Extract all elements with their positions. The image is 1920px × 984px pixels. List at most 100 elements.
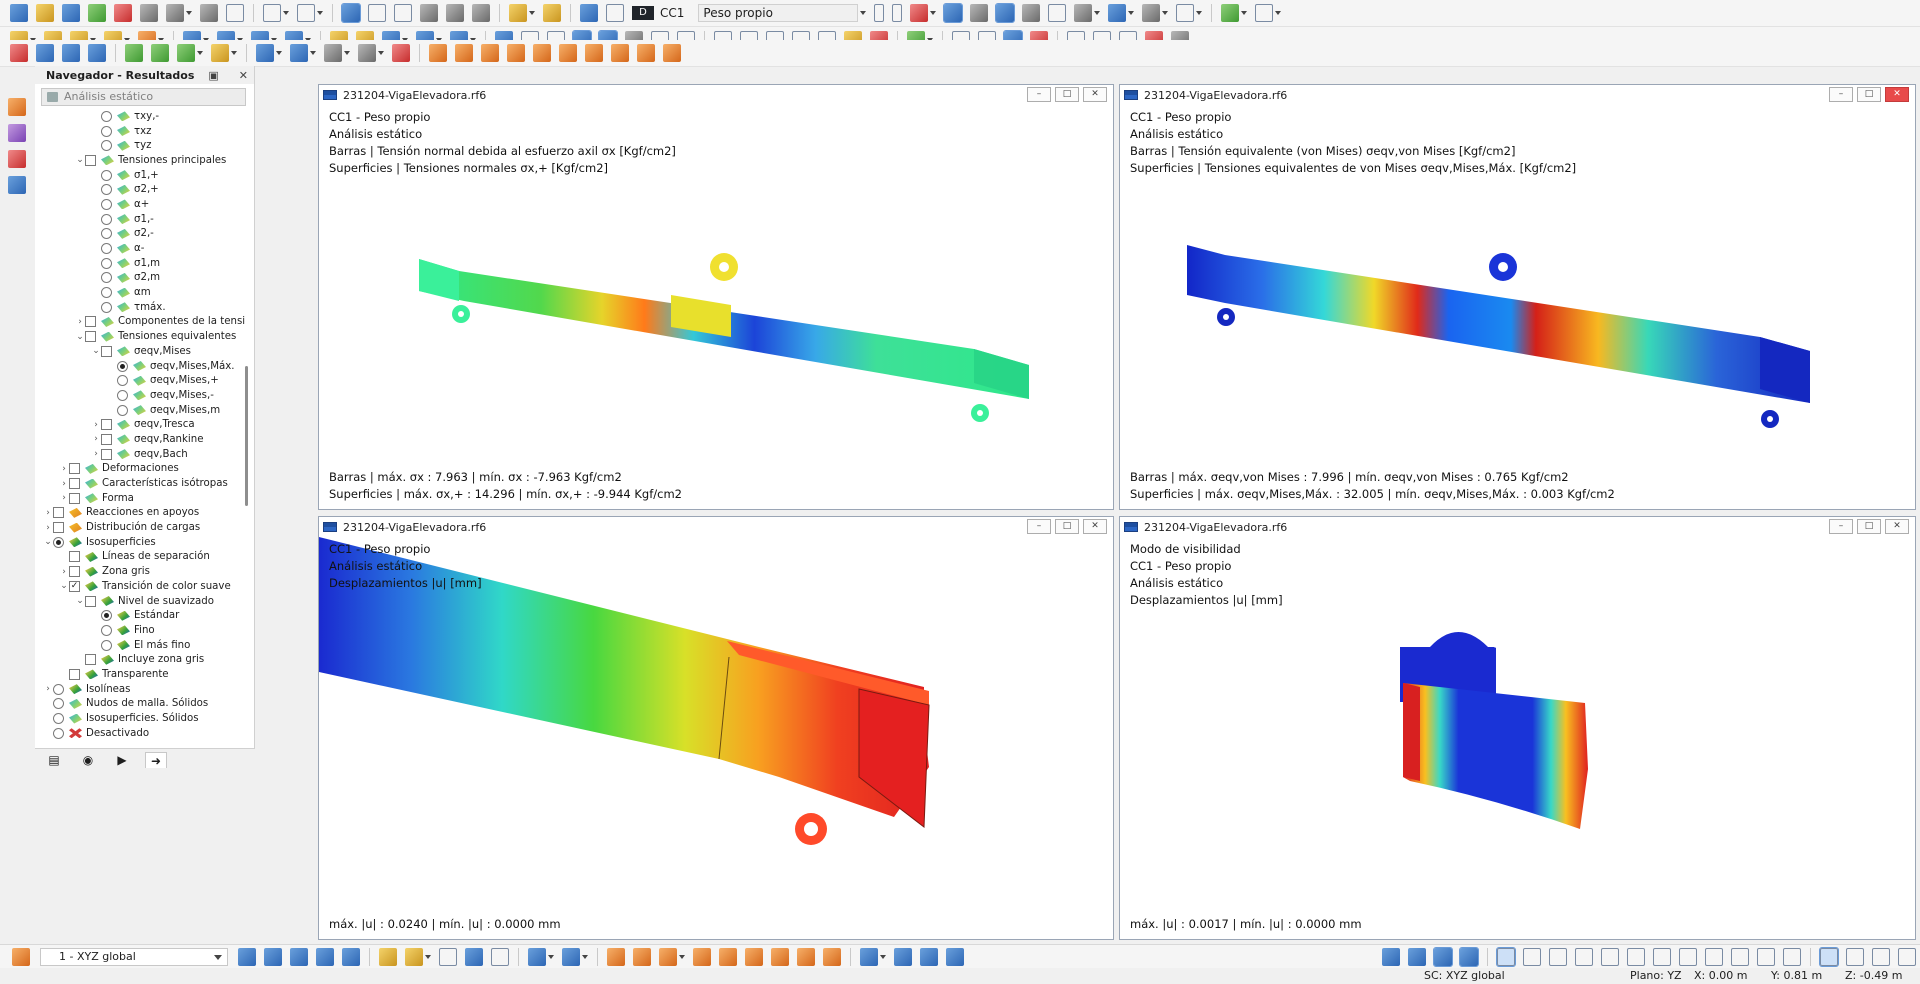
- visibility-icon[interactable]: [256, 44, 274, 62]
- tree-item[interactable]: σeqv,Mises,m: [35, 403, 245, 418]
- radio-button[interactable]: [53, 713, 64, 725]
- expand-icon[interactable]: ›: [43, 523, 53, 533]
- tree-item[interactable]: ⌄ Tensiones principales: [35, 153, 245, 168]
- status-tangent-icon[interactable]: [1783, 947, 1801, 966]
- object-snap-mode-icon[interactable]: [290, 947, 308, 966]
- expand-icon[interactable]: ›: [59, 493, 69, 503]
- tool-2-icon[interactable]: [8, 124, 26, 142]
- status-square-icon[interactable]: [1549, 947, 1567, 966]
- checkbox[interactable]: [69, 463, 80, 475]
- join-icon[interactable]: [920, 947, 938, 966]
- arc-draw-icon[interactable]: [533, 44, 551, 62]
- pdf-icon[interactable]: [114, 4, 132, 22]
- expand-icon[interactable]: ›: [59, 567, 69, 577]
- minimize-button[interactable]: –: [1829, 519, 1853, 534]
- tree-item[interactable]: Nudos de malla. Sólidos: [35, 697, 245, 712]
- axis-x-icon[interactable]: [125, 44, 143, 62]
- minimize-button[interactable]: –: [1027, 87, 1051, 102]
- tree-item[interactable]: › σeqv,Tresca: [35, 417, 245, 432]
- status-bounds-icon[interactable]: [1846, 947, 1864, 966]
- checkbox[interactable]: [69, 566, 80, 578]
- status-grid-icon[interactable]: [1408, 947, 1426, 966]
- tree-item[interactable]: α-: [35, 241, 245, 256]
- draw-star-icon[interactable]: [823, 947, 841, 966]
- next-load-case-icon[interactable]: [892, 4, 903, 22]
- tree-item[interactable]: ⌄ ✓ Transición de color suave: [35, 579, 245, 594]
- print-icon[interactable]: [166, 4, 184, 22]
- checkbox[interactable]: [69, 492, 80, 504]
- show-results-icon[interactable]: [943, 3, 964, 23]
- minimize-button[interactable]: –: [1829, 87, 1853, 102]
- checkbox[interactable]: ✓: [69, 580, 80, 592]
- tree-item[interactable]: τxy,-: [35, 109, 245, 124]
- collapse-icon[interactable]: ⌄: [75, 155, 85, 165]
- radio-button[interactable]: [53, 698, 64, 710]
- status-rotate-icon[interactable]: [1872, 947, 1890, 966]
- beam-von-mises-model[interactable]: [1120, 105, 1915, 485]
- diag-line-icon[interactable]: [585, 44, 603, 62]
- result-window-3[interactable]: 231204-VigaElevadora.rf6 – □ ✕ CC1 - Peso …: [318, 516, 1114, 940]
- radio-button[interactable]: [101, 639, 112, 651]
- settings-icon[interactable]: [88, 4, 106, 22]
- close-button[interactable]: ✕: [1083, 87, 1107, 102]
- scale-10-icon[interactable]: [324, 44, 342, 62]
- analysis-type-select[interactable]: Análisis estático: [41, 88, 246, 106]
- collapse-icon[interactable]: ⌄: [59, 581, 69, 591]
- section-icon[interactable]: [1074, 4, 1093, 22]
- tree-item[interactable]: › σeqv,Rankine: [35, 432, 245, 447]
- checkbox[interactable]: [85, 331, 96, 343]
- animation-icon[interactable]: [1108, 4, 1127, 22]
- snap-mode-icon[interactable]: [238, 947, 256, 966]
- view-front-icon[interactable]: [88, 44, 106, 62]
- beam-displacement-model[interactable]: [319, 537, 1113, 917]
- beam-icon[interactable]: [290, 44, 308, 62]
- view-top-icon[interactable]: [62, 44, 80, 62]
- values-on-icon[interactable]: [1022, 4, 1041, 22]
- checkbox[interactable]: [53, 507, 64, 519]
- collapse-icon[interactable]: ⌄: [75, 332, 85, 342]
- radio-button[interactable]: [101, 184, 112, 196]
- result-window-2[interactable]: 231204-VigaElevadora.rf6 – □ ✕ CC1 - Peso …: [1119, 84, 1916, 510]
- draw-polyline-icon[interactable]: [659, 947, 677, 966]
- status-line-icon[interactable]: [1627, 947, 1645, 966]
- document-icon[interactable]: [226, 4, 244, 22]
- radio-button[interactable]: [101, 213, 112, 225]
- tree-item[interactable]: τxz: [35, 124, 245, 139]
- maximize-button[interactable]: □: [1857, 87, 1881, 102]
- line-snap-icon[interactable]: [316, 947, 334, 966]
- pin-icon[interactable]: ▣: [208, 69, 218, 82]
- values-icon[interactable]: [970, 4, 989, 22]
- status-grid2-icon[interactable]: [1819, 946, 1839, 967]
- status-dots-icon[interactable]: [1496, 946, 1516, 967]
- radio-button[interactable]: [101, 198, 112, 210]
- member-draw-icon[interactable]: [429, 44, 447, 62]
- checkbox[interactable]: [101, 419, 112, 431]
- tree-item[interactable]: › Forma: [35, 491, 245, 506]
- line-draw-icon[interactable]: [507, 44, 525, 62]
- close-button[interactable]: ✕: [1885, 519, 1909, 534]
- radio-button[interactable]: [101, 243, 112, 255]
- radio-button[interactable]: [117, 375, 128, 387]
- axis-z-icon[interactable]: [177, 44, 195, 62]
- tree-item[interactable]: › Reacciones en apoyos: [35, 506, 245, 521]
- copy-icon[interactable]: [562, 947, 580, 966]
- stack-layers-icon[interactable]: [358, 44, 376, 62]
- tree-item[interactable]: σeqv,Mises,Máx.: [35, 359, 245, 374]
- tree-item[interactable]: › Componentes de la tensió...: [35, 315, 245, 330]
- divide-lines-icon[interactable]: [894, 947, 912, 966]
- tree-item[interactable]: › Zona gris: [35, 564, 245, 579]
- checkbox[interactable]: [85, 154, 96, 166]
- clipping-icon[interactable]: [1048, 4, 1067, 22]
- tree-item[interactable]: Estándar: [35, 608, 245, 623]
- expand-icon[interactable]: ›: [91, 434, 101, 444]
- tree-item[interactable]: σ1,-: [35, 212, 245, 227]
- tree-item[interactable]: σ1,+: [35, 168, 245, 183]
- expand-icon[interactable]: ›: [91, 420, 101, 430]
- tree-item[interactable]: › Características isótropas: [35, 476, 245, 491]
- status-view3d-icon[interactable]: [1898, 947, 1916, 966]
- status-dot-icon[interactable]: [1731, 947, 1749, 966]
- tree-item[interactable]: ⌄ Nivel de suavizado: [35, 594, 245, 609]
- radio-button[interactable]: [101, 125, 112, 137]
- tab-views-icon[interactable]: ▶: [111, 752, 133, 768]
- tree-item[interactable]: σ2,-: [35, 227, 245, 242]
